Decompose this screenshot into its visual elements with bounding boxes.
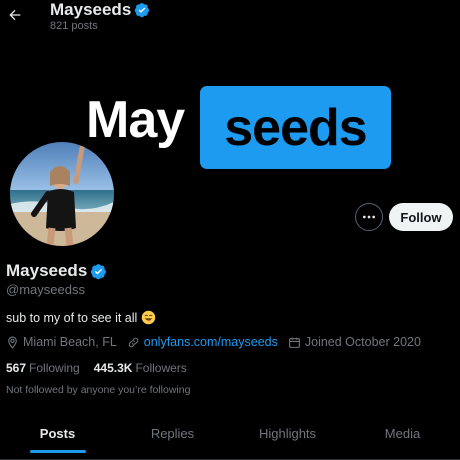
tab-replies-label: Replies bbox=[150, 426, 195, 441]
smiling-face-emoji-icon bbox=[142, 310, 156, 325]
active-tab-indicator bbox=[29, 450, 86, 453]
joined-text: Joined October 2020 bbox=[304, 335, 421, 349]
following-count: 567 bbox=[6, 361, 27, 375]
top-bar: Mayseeds 821 posts bbox=[0, 0, 460, 40]
banner-text-may: May bbox=[86, 91, 185, 149]
tab-highlights[interactable]: Highlights bbox=[230, 415, 345, 459]
website-link[interactable]: onlyfans.com/mayseeds bbox=[144, 335, 278, 349]
top-name-text: Mayseeds bbox=[50, 0, 132, 19]
calendar-icon bbox=[288, 337, 300, 348]
back-button[interactable] bbox=[4, 4, 26, 26]
tab-posts[interactable]: Posts bbox=[0, 415, 115, 459]
verified-badge-icon[interactable] bbox=[90, 263, 107, 280]
display-name-text: Mayseeds bbox=[6, 261, 88, 280]
more-options-button[interactable] bbox=[355, 203, 383, 231]
website-item[interactable]: onlyfans.com/mayseeds bbox=[127, 335, 278, 349]
follow-button[interactable]: Follow bbox=[389, 203, 453, 231]
tab-media-label: Media bbox=[384, 426, 421, 441]
post-count: 821 posts bbox=[50, 20, 98, 32]
more-icon bbox=[363, 215, 375, 219]
banner-text-seeds: seeds bbox=[224, 98, 367, 157]
followers-stat[interactable]: 445.3K Followers bbox=[94, 361, 187, 375]
banner-seeds-box: seeds bbox=[200, 86, 391, 169]
profile-meta: Miami Beach, FL onlyfans.com/mayseeds Jo… bbox=[6, 335, 431, 349]
bio-text: sub to my of to see it all bbox=[6, 310, 138, 325]
link-icon bbox=[128, 337, 139, 347]
profile-bio: sub to my of to see it all bbox=[6, 310, 156, 325]
following-stat[interactable]: 567 Following bbox=[6, 361, 80, 375]
top-profile-name: Mayseeds bbox=[50, 0, 150, 20]
profile-handle: @mayseedss bbox=[6, 282, 85, 297]
display-name: Mayseeds bbox=[6, 261, 107, 281]
location-pin-icon bbox=[8, 336, 17, 349]
location-text: Miami Beach, FL bbox=[23, 335, 117, 349]
tab-replies[interactable]: Replies bbox=[115, 415, 230, 459]
tab-media[interactable]: Media bbox=[345, 415, 460, 459]
location-item: Miami Beach, FL bbox=[6, 335, 117, 349]
avatar[interactable] bbox=[7, 139, 117, 249]
tab-posts-label: Posts bbox=[39, 426, 76, 441]
followers-count: 445.3K bbox=[93, 361, 133, 375]
not-followed-note: Not followed by anyone you’re following bbox=[6, 384, 191, 396]
followers-label: Followers bbox=[135, 361, 187, 375]
profile-tabs: Posts Replies Highlights Media bbox=[0, 415, 460, 460]
avatar-photo bbox=[10, 142, 114, 246]
follow-stats: 567 Following 445.3K Followers bbox=[6, 361, 201, 375]
joined-item: Joined October 2020 bbox=[288, 335, 421, 349]
verified-badge-icon bbox=[135, 3, 150, 18]
following-label: Following bbox=[29, 361, 80, 375]
tab-highlights-label: Highlights bbox=[258, 426, 317, 441]
arrow-left-icon bbox=[9, 9, 21, 21]
